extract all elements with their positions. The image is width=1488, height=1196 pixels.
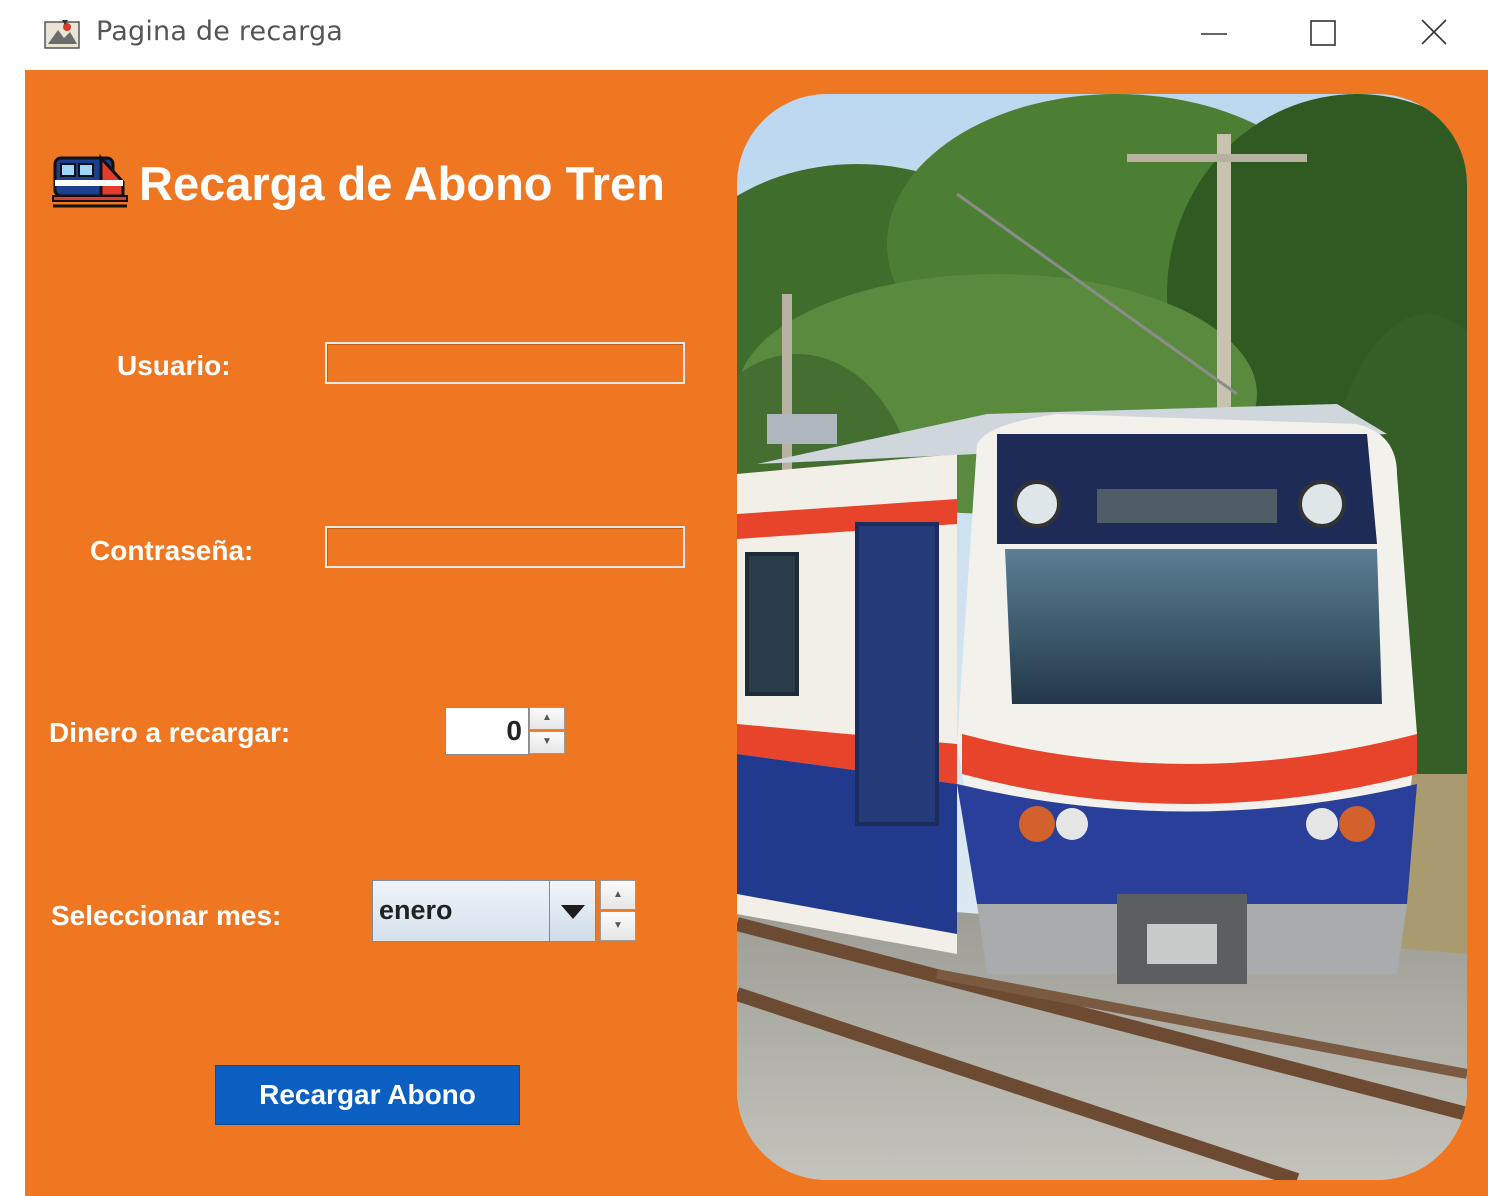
java-app-icon bbox=[44, 20, 80, 49]
title-bar: Pagina de recarga bbox=[0, 0, 1488, 70]
page-heading: Recarga de Abono Tren bbox=[139, 157, 665, 210]
close-icon bbox=[1421, 19, 1447, 45]
month-value[interactable]: enero bbox=[372, 880, 550, 942]
money-spinner[interactable]: 0 ▲ ▼ bbox=[445, 707, 567, 755]
down-arrow-icon: ▼ bbox=[613, 920, 623, 931]
month-previous-button[interactable]: ▼ bbox=[600, 911, 636, 941]
money-decrement-button[interactable]: ▼ bbox=[529, 731, 565, 754]
down-arrow-icon: ▼ bbox=[542, 736, 552, 747]
maximize-icon bbox=[1310, 20, 1336, 46]
train-icon bbox=[52, 154, 128, 208]
month-next-button[interactable]: ▲ bbox=[600, 880, 636, 910]
up-arrow-icon: ▲ bbox=[613, 889, 623, 900]
close-button[interactable] bbox=[1404, 12, 1464, 56]
minimize-button[interactable] bbox=[1184, 12, 1244, 56]
month-dropdown-button[interactable] bbox=[550, 880, 596, 942]
month-select[interactable]: enero ▲ ▼ bbox=[372, 880, 638, 942]
chevron-down-icon bbox=[561, 905, 585, 919]
recharge-button[interactable]: Recargar Abono bbox=[215, 1065, 520, 1125]
usuario-label: Usuario: bbox=[117, 350, 231, 381]
password-label: Contraseña: bbox=[90, 535, 254, 566]
money-label: Dinero a recargar: bbox=[49, 717, 291, 748]
train-photo bbox=[737, 94, 1467, 1180]
minimize-icon bbox=[1201, 33, 1227, 35]
recharge-panel: Recarga de Abono Tren Usuario: Contraseñ… bbox=[25, 70, 1488, 1196]
password-input[interactable] bbox=[325, 526, 685, 568]
usuario-input[interactable] bbox=[325, 342, 685, 384]
month-label: Seleccionar mes: bbox=[51, 900, 282, 931]
money-value[interactable]: 0 bbox=[445, 707, 529, 755]
money-increment-button[interactable]: ▲ bbox=[529, 707, 565, 730]
window-title: Pagina de recarga bbox=[96, 16, 344, 47]
up-arrow-icon: ▲ bbox=[542, 712, 552, 723]
maximize-button[interactable] bbox=[1294, 12, 1354, 56]
